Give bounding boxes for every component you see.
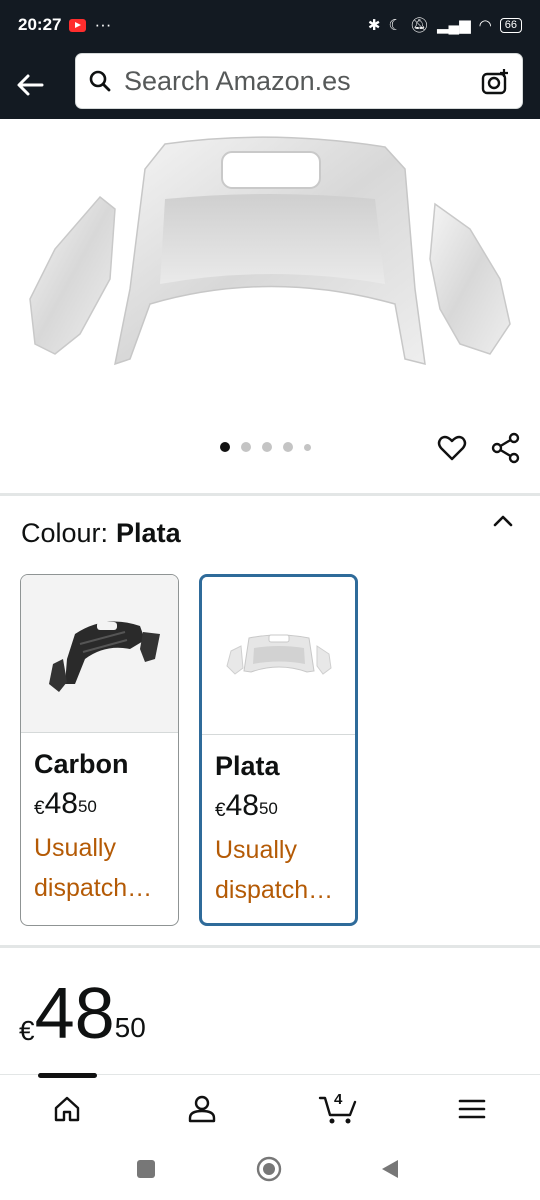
battery-icon: 66: [499, 17, 522, 33]
price-whole: 48: [34, 974, 115, 1054]
share-icon[interactable]: [490, 432, 522, 464]
back-button[interactable]: [0, 55, 60, 115]
variation-label: Colour: Plata: [21, 518, 181, 549]
availability-line: Usually: [215, 836, 297, 864]
system-navigation-bar: [0, 1142, 540, 1200]
price-whole: 48: [225, 789, 259, 822]
variation-option-carbon[interactable]: Carbon €4850 Usually dispatch…: [20, 574, 179, 926]
account-icon: [188, 1095, 216, 1123]
section-divider: [0, 493, 540, 496]
nav-cart[interactable]: 4: [316, 1089, 360, 1129]
price-currency: €: [19, 1015, 35, 1046]
search-icon: [76, 69, 124, 93]
signal-icon: ▂▄▆: [436, 17, 471, 34]
do-not-disturb-icon: ☾: [388, 17, 402, 34]
pager-dot[interactable]: [241, 442, 251, 452]
variation-availability: Usually dispatch…: [34, 828, 166, 908]
menu-icon: [458, 1099, 486, 1119]
active-tab-indicator: [38, 1073, 97, 1078]
status-time: 20:27: [18, 15, 62, 34]
variation-selected-value: Plata: [116, 518, 181, 548]
price-fraction: 50: [77, 797, 97, 816]
price-whole: 48: [44, 787, 78, 820]
bottom-navigation: 4: [0, 1073, 540, 1142]
nav-home[interactable]: [47, 1089, 87, 1129]
search-placeholder: Search Amazon.es: [124, 65, 351, 96]
search-input[interactable]: Search Amazon.es: [75, 53, 523, 109]
youtube-notification-icon: [69, 18, 87, 32]
camera-search-icon[interactable]: [480, 67, 510, 97]
product-price: €4850: [19, 974, 146, 1054]
pager-dot[interactable]: [283, 442, 293, 452]
variation-name: Plata: [215, 751, 280, 781]
price-fraction: 50: [258, 799, 278, 818]
carbon-product-image: [48, 621, 160, 692]
price-currency: €: [215, 800, 226, 821]
home-button-icon[interactable]: [256, 1156, 282, 1182]
search-header: Search Amazon.es: [0, 50, 540, 119]
variation-price: €4850: [215, 790, 355, 822]
status-bar: 20:27 ··· ✱ ☾ 🔕︎ ▂▄▆ ◠ 66: [0, 0, 540, 50]
nav-account[interactable]: [182, 1089, 222, 1129]
back-button-icon[interactable]: [380, 1158, 400, 1180]
more-notifications-icon: ···: [94, 15, 112, 34]
section-divider: [0, 945, 540, 948]
product-image[interactable]: [0, 119, 540, 419]
price-currency: €: [34, 798, 45, 819]
wishlist-heart-icon[interactable]: [436, 432, 468, 464]
pager-dot[interactable]: [262, 442, 272, 452]
variation-name: Carbon: [34, 749, 129, 779]
variation-availability: Usually dispatch…: [215, 830, 347, 910]
variation-price: €4850: [34, 788, 178, 820]
availability-line: dispatch…: [215, 876, 334, 904]
pager-dot[interactable]: [304, 443, 311, 451]
nav-menu[interactable]: [452, 1089, 492, 1129]
plata-product-image: [225, 634, 332, 675]
chevron-up-icon[interactable]: [490, 508, 516, 534]
home-icon: [54, 1096, 80, 1122]
mute-icon: 🔕︎: [409, 17, 429, 34]
wifi-icon: ◠: [478, 17, 492, 34]
variation-thumbnail: [21, 575, 178, 733]
variation-option-plata[interactable]: Plata €4850 Usually dispatch…: [199, 574, 358, 926]
variation-thumbnail: [202, 577, 355, 735]
recents-button-icon[interactable]: [135, 1158, 157, 1180]
cart-count-badge: 4: [334, 1091, 343, 1108]
price-fraction: 50: [114, 1012, 146, 1043]
pager-dot[interactable]: [220, 442, 230, 452]
bluetooth-icon: ✱: [367, 17, 381, 34]
back-arrow-icon: [17, 74, 44, 95]
availability-line: dispatch…: [34, 874, 153, 902]
availability-line: Usually: [34, 834, 116, 862]
variation-label-text: Colour:: [21, 518, 109, 548]
image-pager[interactable]: [220, 442, 311, 452]
